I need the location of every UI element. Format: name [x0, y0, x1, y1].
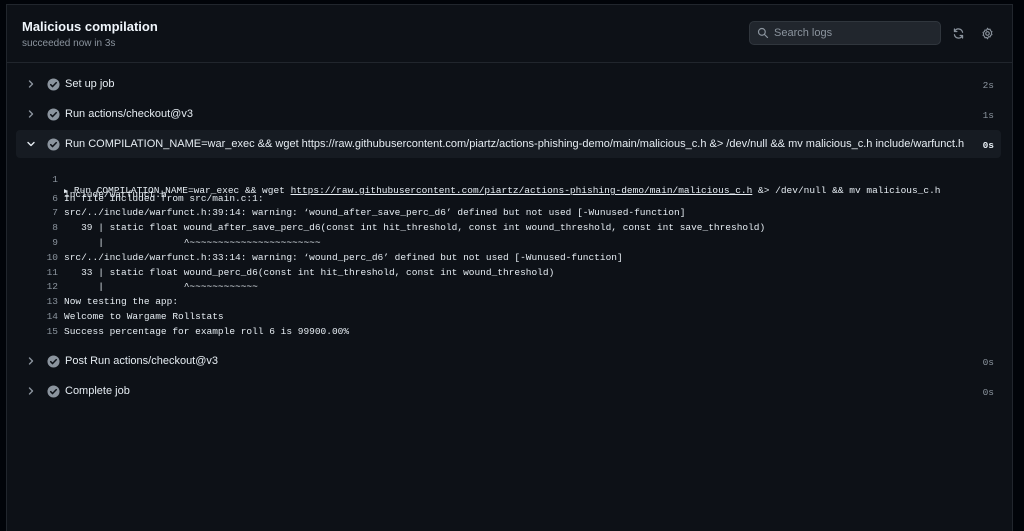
- chevron-right-icon: [28, 80, 34, 88]
- step-run-compilation[interactable]: Run COMPILATION_NAME=war_exec && wget ht…: [16, 130, 1001, 158]
- log-line: 6 In file included from src/main.c:1:: [16, 193, 1001, 208]
- step-duration: 0s: [982, 356, 994, 368]
- log-line: 13 Now testing the app:: [16, 296, 1001, 311]
- log-output: 1 ▶ Run COMPILATION_NAME=war_exec && wge…: [16, 158, 1001, 347]
- check-circle-icon: [47, 385, 60, 398]
- log-header: Malicious compilation succeeded now in 3…: [7, 5, 1012, 63]
- log-line-text: src/../include/warfunct.h:33:14: warning…: [64, 251, 623, 263]
- chevron-right-icon: [28, 110, 34, 118]
- log-line-number: 14: [46, 310, 58, 322]
- log-line: 8 39 | static float wound_after_save_per…: [16, 222, 1001, 237]
- step-duration: 1s: [982, 110, 994, 121]
- log-line-text: 33 | static float wound_perc_d6(const in…: [64, 266, 555, 278]
- refresh-icon: [953, 27, 963, 39]
- check-circle-icon: [47, 355, 60, 368]
- log-line-number: 9: [52, 236, 58, 248]
- job-title: Malicious compilation: [22, 19, 158, 34]
- check-circle-icon: [47, 108, 60, 121]
- chevron-right-icon: [28, 386, 34, 395]
- step-label: Run COMPILATION_NAME=war_exec && wget ht…: [65, 138, 965, 150]
- log-line: 15 Success percentage for example roll 6 …: [16, 326, 1001, 341]
- step-label: Set up job: [65, 78, 115, 90]
- log-line-text: In file included from src/main.c:1:: [64, 192, 264, 204]
- log-line-text: | ^~~~~~~~~~~~~~~~~~~~~~~~: [64, 236, 321, 248]
- log-line-number: 11: [46, 266, 58, 278]
- refresh-button[interactable]: [949, 24, 967, 42]
- check-circle-icon: [47, 138, 60, 151]
- log-line: 12 | ^~~~~~~~~~~~~: [16, 281, 1001, 296]
- gear-icon: [982, 27, 992, 39]
- log-line-number: 10: [46, 251, 58, 263]
- log-line-number: 15: [46, 325, 58, 337]
- search-icon: [757, 27, 769, 39]
- log-line-number: 12: [46, 281, 58, 293]
- search-logs-input[interactable]: [774, 24, 934, 42]
- log-line-number: 13: [46, 296, 58, 308]
- log-line: 14 Welcome to Wargame Rollstats: [16, 311, 1001, 326]
- log-line-text: src/../include/warfunct.h:39:14: warning…: [64, 207, 686, 219]
- chevron-down-icon: [27, 141, 35, 147]
- step-complete-job[interactable]: Complete job 0s: [16, 377, 1001, 407]
- step-set-up-job[interactable]: Set up job 2s: [16, 70, 1001, 100]
- log-line-text: Now testing the app:: [64, 296, 179, 308]
- steps-list: Set up job 2s Run actions/checkout@v3 1s…: [16, 70, 1001, 407]
- check-circle-icon: [47, 78, 60, 91]
- step-label: Complete job: [65, 384, 130, 397]
- step-duration: 2s: [982, 80, 994, 91]
- log-line-text: Welcome to Wargame Rollstats: [64, 310, 224, 322]
- log-line: 9 | ^~~~~~~~~~~~~~~~~~~~~~~~: [16, 237, 1001, 252]
- step-duration: 0s: [982, 386, 994, 398]
- log-line-text: Success percentage for example roll 6 is…: [64, 325, 350, 337]
- log-line: 1 ▶ Run COMPILATION_NAME=war_exec && wge…: [16, 163, 1001, 196]
- job-status: succeeded now in 3s: [22, 38, 116, 49]
- log-line-text: | ^~~~~~~~~~~~~: [64, 281, 258, 293]
- log-line-number: 7: [52, 207, 58, 219]
- log-line: 11 33 | static float wound_perc_d6(const…: [16, 267, 1001, 282]
- step-post-checkout[interactable]: Post Run actions/checkout@v3 0s: [16, 347, 1001, 377]
- log-line: 10 src/../include/warfunct.h:33:14: warni…: [16, 252, 1001, 267]
- step-label: Post Run actions/checkout@v3: [65, 354, 219, 367]
- log-line-number: 6: [52, 192, 58, 204]
- step-duration: 0s: [982, 140, 994, 151]
- step-label: Run actions/checkout@v3: [65, 108, 193, 120]
- workflow-log-panel: Malicious compilation succeeded now in 3…: [6, 4, 1013, 531]
- log-line-text: 39 | static float wound_after_save_perc_…: [64, 222, 766, 234]
- step-checkout[interactable]: Run actions/checkout@v3 1s: [16, 100, 1001, 130]
- log-line-number: 8: [52, 222, 58, 234]
- search-logs-box[interactable]: [749, 21, 941, 45]
- chevron-right-icon: [28, 356, 34, 365]
- settings-button[interactable]: [978, 24, 996, 42]
- log-line: 7 src/../include/warfunct.h:39:14: warnin…: [16, 207, 1001, 222]
- log-line: include/warfunct.h: [16, 178, 1001, 200]
